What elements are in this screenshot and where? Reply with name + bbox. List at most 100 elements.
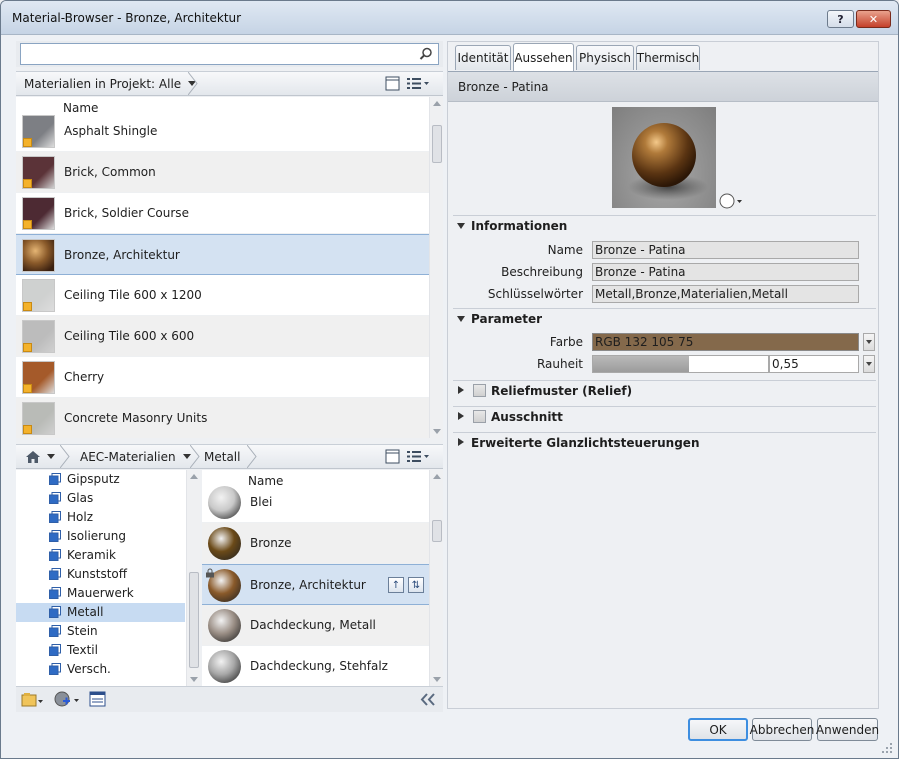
asset-browser-icon[interactable] bbox=[89, 691, 107, 708]
edit-material-icon[interactable]: ⇅ bbox=[408, 577, 424, 593]
home-dropdown[interactable] bbox=[16, 445, 60, 468]
list-item[interactable]: Ceiling Tile 600 x 1200 bbox=[16, 275, 429, 316]
list-item-label: Dachdeckung, Metall bbox=[250, 618, 376, 632]
scroll-down-arrow-icon[interactable] bbox=[433, 677, 441, 682]
tree-item-label: Gipsputz bbox=[67, 472, 120, 486]
expand-triangle-icon[interactable] bbox=[457, 223, 465, 229]
tree-item[interactable]: Isolierung bbox=[16, 527, 185, 546]
roughness-slider[interactable] bbox=[592, 355, 769, 373]
keywords-field[interactable]: Metall,Bronze,Materialien,Metall bbox=[592, 285, 859, 303]
color-dropdown[interactable] bbox=[863, 333, 875, 351]
section-informationen[interactable]: Informationen bbox=[453, 215, 876, 235]
library-badge-icon bbox=[23, 179, 32, 188]
tree-item[interactable]: Metall bbox=[16, 603, 185, 622]
list-item[interactable]: Cherry bbox=[16, 357, 429, 398]
expand-triangle-icon[interactable] bbox=[458, 386, 464, 394]
scrollbar-thumb[interactable] bbox=[189, 572, 199, 668]
tab-3[interactable]: Thermisch bbox=[636, 45, 700, 70]
list-item[interactable]: Dachdeckung, Stehfalz bbox=[202, 646, 429, 686]
library-list-scrollbar[interactable] bbox=[429, 470, 443, 686]
material-swatch-icon bbox=[208, 609, 241, 642]
resize-grip-icon[interactable] bbox=[881, 742, 893, 754]
preview-options-icon[interactable] bbox=[719, 193, 747, 209]
expand-triangle-icon[interactable] bbox=[458, 438, 464, 446]
panel-toggle-icon[interactable] bbox=[385, 449, 400, 464]
tree-item[interactable]: Versch. bbox=[16, 660, 185, 679]
relief-checkbox[interactable] bbox=[473, 384, 486, 397]
list-item[interactable]: Dachdeckung, Metall bbox=[202, 605, 429, 646]
roughness-value-field[interactable]: 0,55 bbox=[769, 355, 859, 373]
ausschnitt-checkbox[interactable] bbox=[473, 410, 486, 423]
manage-library-icon[interactable] bbox=[21, 692, 43, 708]
search-input[interactable] bbox=[20, 43, 439, 65]
tree-item[interactable]: Holz bbox=[16, 508, 185, 527]
section-ausschnitt[interactable]: Ausschnitt bbox=[453, 406, 876, 426]
list-item-label: Brick, Common bbox=[64, 165, 156, 179]
list-item[interactable]: Bronze bbox=[202, 523, 429, 564]
list-item[interactable]: Asphalt Shingle bbox=[16, 111, 429, 152]
list-item[interactable]: Bronze, Architektur ↑ ⇅ bbox=[202, 564, 429, 605]
scrollbar-thumb[interactable] bbox=[432, 520, 442, 542]
scroll-up-arrow-icon[interactable] bbox=[433, 474, 441, 479]
help-button[interactable]: ? bbox=[827, 10, 854, 28]
tree-item[interactable]: Stein bbox=[16, 622, 185, 641]
search-icon[interactable] bbox=[419, 47, 433, 61]
section-parameter[interactable]: Parameter bbox=[453, 308, 876, 328]
ok-button[interactable]: OK bbox=[688, 718, 748, 741]
list-view-icon[interactable] bbox=[406, 449, 430, 464]
list-item-label: Concrete Masonry Units bbox=[64, 411, 208, 425]
create-material-icon[interactable] bbox=[54, 691, 80, 708]
tab-1[interactable]: Aussehen bbox=[513, 43, 574, 71]
cancel-button[interactable]: Abbrechen bbox=[750, 718, 814, 741]
roughness-dropdown[interactable] bbox=[863, 355, 875, 373]
name-field[interactable]: Bronze - Patina bbox=[592, 241, 859, 259]
expand-triangle-icon[interactable] bbox=[458, 412, 464, 420]
tab-0[interactable]: Identität bbox=[455, 45, 511, 70]
home-icon[interactable] bbox=[25, 450, 41, 464]
material-name: Bronze - Patina bbox=[458, 80, 549, 94]
collapse-panel-icon[interactable] bbox=[420, 693, 436, 706]
tree-item[interactable]: Gipsputz bbox=[16, 470, 185, 489]
library-breadcrumb: AEC-Materialien Metall bbox=[16, 444, 443, 469]
list-view-icon[interactable] bbox=[406, 76, 430, 91]
project-list-scrollbar[interactable] bbox=[429, 97, 443, 438]
list-item[interactable]: Ceiling Tile 600 x 600 bbox=[16, 316, 429, 357]
list-item-label: Brick, Soldier Course bbox=[64, 206, 189, 220]
list-item[interactable]: Bronze, Architektur bbox=[16, 234, 429, 275]
panel-toggle-icon[interactable] bbox=[385, 76, 400, 91]
scroll-up-arrow-icon[interactable] bbox=[433, 101, 441, 106]
lock-icon bbox=[206, 568, 214, 578]
breadcrumb-separator bbox=[247, 445, 257, 468]
apply-button[interactable]: Anwenden bbox=[816, 718, 879, 741]
tree-item[interactable]: Keramik bbox=[16, 546, 185, 565]
tree-item[interactable]: Mauerwerk bbox=[16, 584, 185, 603]
section-glanzlicht[interactable]: Erweiterte Glanzlichtsteuerungen bbox=[453, 432, 876, 452]
category-tree-scrollbar[interactable] bbox=[186, 470, 200, 686]
breadcrumb-current-label: Metall bbox=[204, 449, 241, 464]
tab-2[interactable]: Physisch bbox=[576, 45, 634, 70]
breadcrumb-aec-materialien[interactable]: AEC-Materialien bbox=[72, 445, 192, 468]
tree-item[interactable]: Textil bbox=[16, 641, 185, 660]
color-field[interactable]: RGB 132 105 75 bbox=[592, 333, 859, 351]
tree-item[interactable]: Kunststoff bbox=[16, 565, 185, 584]
list-item-label: Bronze bbox=[250, 536, 292, 550]
material-swatch-icon bbox=[22, 361, 55, 394]
tree-item[interactable]: Glas bbox=[16, 489, 185, 508]
list-item[interactable]: Blei bbox=[202, 482, 429, 523]
scroll-down-arrow-icon[interactable] bbox=[433, 429, 441, 434]
list-item[interactable]: Concrete Masonry Units bbox=[16, 398, 429, 438]
project-filter-dropdown[interactable]: Materialien in Projekt: Alle bbox=[16, 72, 197, 95]
scroll-up-arrow-icon[interactable] bbox=[190, 474, 198, 479]
library-badge-icon bbox=[23, 138, 32, 147]
list-item[interactable]: Brick, Common bbox=[16, 152, 429, 193]
expand-triangle-icon[interactable] bbox=[457, 316, 465, 322]
scroll-down-arrow-icon[interactable] bbox=[190, 677, 198, 682]
close-button[interactable]: ✕ bbox=[856, 10, 891, 28]
description-field[interactable]: Bronze - Patina bbox=[592, 263, 859, 281]
section-title: Ausschnitt bbox=[491, 410, 563, 424]
list-item[interactable]: Brick, Soldier Course bbox=[16, 193, 429, 234]
chevron-down-icon[interactable] bbox=[47, 454, 55, 459]
scrollbar-thumb[interactable] bbox=[432, 125, 442, 163]
section-relief[interactable]: Reliefmuster (Relief) bbox=[453, 380, 876, 400]
replace-material-icon[interactable]: ↑ bbox=[388, 577, 404, 593]
